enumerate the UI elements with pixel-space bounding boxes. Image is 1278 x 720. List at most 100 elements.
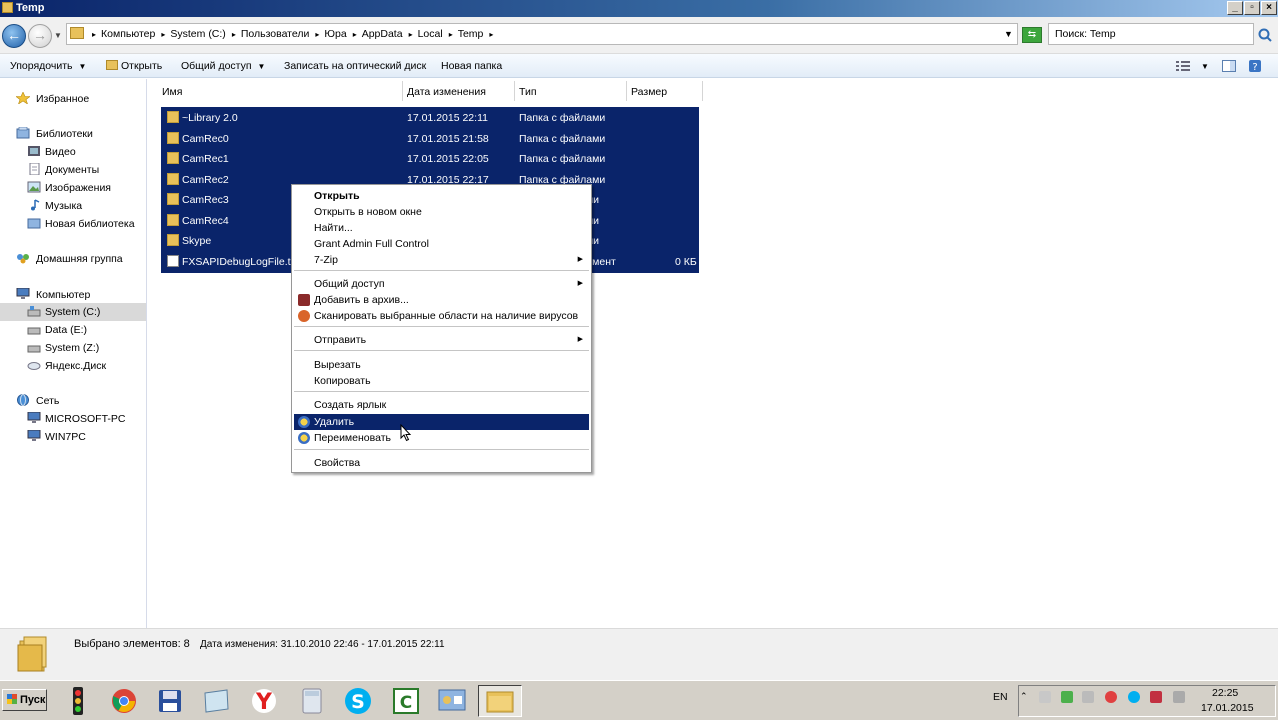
taskbar: Пуск Y S C EN ⌃ 22:25 17.01.2015 [0, 680, 1278, 720]
new-folder-button[interactable]: Новая папка [441, 60, 502, 72]
menu-item-grant-admin[interactable]: Grant Admin Full Control [294, 236, 589, 252]
volume-icon[interactable] [1082, 691, 1094, 703]
nav-network[interactable]: Сеть [0, 392, 146, 410]
clock-time[interactable]: 22:25 [1212, 687, 1238, 699]
crumb-system-c[interactable]: System (C:) [170, 28, 229, 41]
column-headers: Имя Дата изменения Тип Размер [158, 81, 704, 101]
nav-drive-system-c[interactable]: System (C:) [0, 303, 146, 321]
back-button[interactable]: ← [2, 24, 26, 48]
menu-item-share[interactable]: Общий доступ ▶ [294, 276, 589, 292]
tray-app-icon[interactable] [1105, 691, 1117, 703]
help-icon[interactable]: ? [1248, 60, 1262, 72]
pictures-icon [27, 181, 41, 193]
refresh-button[interactable]: ⇆ [1022, 27, 1042, 43]
windows-logo-icon [7, 694, 17, 704]
taskbar-app-explorer[interactable] [478, 685, 522, 717]
nav-libraries[interactable]: Библиотеки [0, 125, 146, 143]
menu-item-7zip[interactable]: 7-Zip ▶ [294, 252, 589, 268]
search-icon[interactable] [1257, 27, 1273, 43]
window-title: Temp [16, 2, 45, 14]
nav-computer[interactable]: Компьютер [0, 286, 146, 304]
nav-favorites[interactable]: Избранное [0, 90, 146, 108]
folder-icon [167, 214, 179, 226]
breadcrumb: ▸ Компьютер ▸ System (C:) ▸ Пользователи ▸ … [92, 28, 494, 41]
nav-homegroup[interactable]: Домашняя группа [0, 250, 146, 268]
column-header-name[interactable]: Имя [158, 81, 403, 101]
file-row[interactable]: CamRec0 17.01.2015 21:58 Папка с файлами [161, 129, 699, 149]
burn-button[interactable]: Записать на оптический диск [284, 60, 426, 72]
organize-button[interactable]: Упорядочить ▼ [10, 60, 86, 72]
close-button[interactable]: × [1261, 1, 1277, 15]
language-indicator[interactable]: EN [993, 691, 1008, 703]
menu-item-copy[interactable]: Копировать [294, 373, 589, 389]
minimize-button[interactable]: _ [1227, 1, 1243, 15]
nav-drive-data-e[interactable]: Data (E:) [0, 321, 146, 339]
clock-date[interactable]: 17.01.2015 [1201, 702, 1254, 714]
open-button[interactable]: Открыть [106, 60, 162, 72]
menu-item-add-archive[interactable]: Добавить в архив... [294, 292, 589, 308]
menu-item-properties[interactable]: Свойства [294, 455, 589, 471]
library-icon [27, 218, 41, 229]
show-hidden-icons-icon[interactable]: ⌃ [1020, 691, 1032, 703]
crumb-user[interactable]: Юра [324, 28, 350, 41]
path-dropdown-arrow[interactable]: ▼ [1004, 29, 1013, 39]
taskbar-app-calculator[interactable] [290, 685, 334, 717]
taskbar-app-yandex[interactable]: Y [242, 685, 286, 717]
taskbar-app-notepad[interactable] [194, 685, 238, 717]
file-row[interactable]: CamRec1 17.01.2015 22:05 Папка с файлами [161, 149, 699, 169]
menu-item-rename[interactable]: Переименовать [294, 430, 589, 446]
menu-item-cut[interactable]: Вырезать [294, 357, 589, 373]
nav-library-video[interactable]: Видео [0, 143, 146, 161]
taskbar-app-traffic-light[interactable] [56, 685, 100, 717]
search-input[interactable]: Поиск: Temp [1048, 23, 1254, 45]
nav-network-win7pc[interactable]: WIN7PC [0, 428, 146, 446]
skype-tray-icon[interactable] [1128, 691, 1140, 703]
drive-icon [27, 306, 41, 317]
preview-pane-icon[interactable] [1222, 60, 1236, 72]
crumb-local[interactable]: Local [418, 28, 447, 41]
nav-library-music[interactable]: Музыка [0, 197, 146, 215]
share-button[interactable]: Общий доступ ▼ [181, 60, 265, 72]
menu-item-find[interactable]: Найти... [294, 220, 589, 236]
taskbar-app-camtasia[interactable]: C [384, 685, 428, 717]
nav-network-microsoft-pc[interactable]: MICROSOFT-PC [0, 410, 146, 428]
computer-icon [27, 430, 41, 441]
taskbar-app-control-panel[interactable] [430, 685, 474, 717]
crumb-computer[interactable]: Компьютер [101, 28, 159, 41]
crumb-temp[interactable]: Temp [458, 28, 488, 41]
column-header-size[interactable]: Размер [627, 81, 703, 101]
network-status-icon[interactable] [1173, 691, 1185, 703]
nav-drive-system-z[interactable]: System (Z:) [0, 339, 146, 357]
nav-library-documents[interactable]: Документы [0, 161, 146, 179]
tray-app-icon[interactable] [1061, 691, 1073, 703]
menu-item-scan-viruses[interactable]: Сканировать выбранные области на наличие… [294, 308, 589, 324]
chevron-down-icon[interactable]: ▼ [1201, 62, 1209, 71]
column-header-type[interactable]: Тип [515, 81, 627, 101]
tray-app-icon[interactable] [1039, 691, 1051, 703]
menu-item-create-shortcut[interactable]: Создать ярлык [294, 397, 589, 413]
nav-library-new[interactable]: Новая библиотека [0, 215, 146, 233]
forward-button[interactable]: → [28, 24, 52, 48]
taskbar-app-save[interactable] [148, 685, 192, 717]
menu-item-open[interactable]: Открыть [294, 188, 589, 204]
view-list-icon[interactable] [1176, 60, 1190, 72]
crumb-users[interactable]: Пользователи [241, 28, 314, 41]
nav-library-images[interactable]: Изображения [0, 179, 146, 197]
submenu-arrow-icon: ▶ [577, 256, 583, 263]
nav-yandex-disk[interactable]: Яндекс.Диск [0, 357, 146, 375]
calculator-icon [302, 688, 322, 714]
menu-item-send-to[interactable]: Отправить ▶ [294, 332, 589, 348]
maximize-button[interactable]: ▫ [1244, 1, 1260, 15]
taskbar-app-chrome[interactable] [102, 685, 146, 717]
start-button[interactable]: Пуск [2, 689, 47, 711]
recent-pages-dropdown[interactable]: ▼ [54, 31, 62, 40]
yandex-browser-icon: Y [252, 689, 276, 714]
tray-app-icon[interactable] [1150, 691, 1162, 703]
menu-item-delete[interactable]: Удалить [294, 414, 589, 430]
crumb-appdata[interactable]: AppData [362, 28, 407, 41]
taskbar-app-skype[interactable]: S [336, 685, 380, 717]
chevron-down-icon: ▼ [78, 62, 87, 71]
column-header-date[interactable]: Дата изменения [403, 81, 515, 101]
menu-item-open-new-window[interactable]: Открыть в новом окне [294, 204, 589, 220]
file-row[interactable]: ~Library 2.0 17.01.2015 22:11 Папка с фа… [161, 108, 699, 128]
